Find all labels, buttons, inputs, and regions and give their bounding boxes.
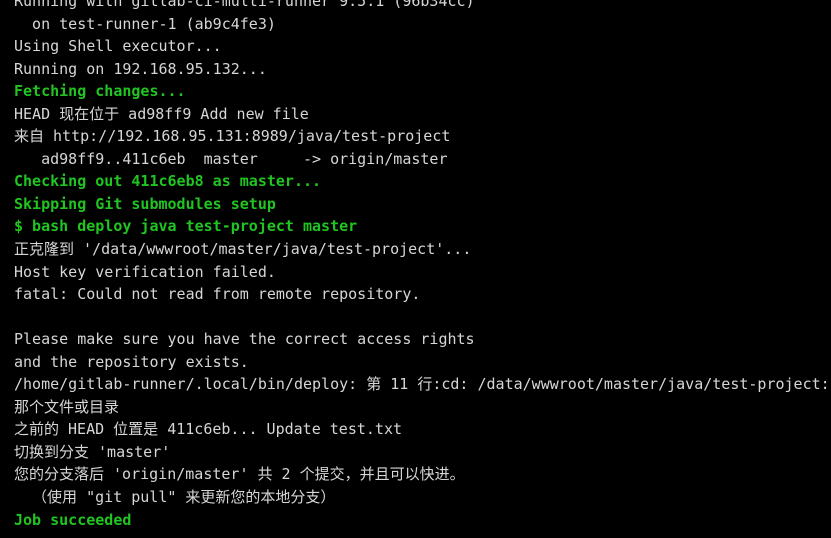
log-line: Skipping Git submodules setup xyxy=(14,194,276,213)
log-line: 来自 http://192.168.95.131:8989/java/test-… xyxy=(14,127,451,146)
log-line: 切换到分支 'master' xyxy=(14,442,171,461)
log-line: Host key verification failed. xyxy=(14,262,276,281)
log-line: /home/gitlab-runner/.local/bin/deploy: 第… xyxy=(14,375,831,394)
log-line: ad98ff9..411c6eb master -> origin/master xyxy=(14,149,448,168)
log-line: on test-runner-1 (ab9c4fe3) xyxy=(14,14,276,33)
log-output: Running with gitlab-ci-multi-runner 9.5.… xyxy=(14,0,831,531)
log-line: fatal: Could not read from remote reposi… xyxy=(14,285,421,304)
log-line: Checking out 411c6eb8 as master... xyxy=(14,172,322,191)
log-line: 您的分支落后 'origin/master' 共 2 个提交，并且可以快进。 xyxy=(14,465,465,484)
log-line: 之前的 HEAD 位置是 411c6eb... Update test.txt xyxy=(14,420,403,439)
log-line: Fetching changes... xyxy=(14,82,186,101)
log-line: Job succeeded xyxy=(14,510,132,529)
log-line: 那个文件或目录 xyxy=(14,397,120,416)
log-line: HEAD 现在位于 ad98ff9 Add new file xyxy=(14,104,309,123)
log-line: Running on 192.168.95.132... xyxy=(14,59,267,78)
log-line: Please make sure you have the correct ac… xyxy=(14,330,475,349)
log-line: （使用 "git pull" 来更新您的本地分支） xyxy=(14,488,336,507)
log-line: Using Shell executor... xyxy=(14,37,222,56)
log-line: Running with gitlab-ci-multi-runner 9.5.… xyxy=(14,0,475,10)
log-line: 正克隆到 '/data/wwwroot/master/java/test-pro… xyxy=(14,240,472,259)
log-line-blank xyxy=(14,306,831,329)
log-line: and the repository exists. xyxy=(14,352,249,371)
log-line: $ bash deploy java test-project master xyxy=(14,217,358,236)
ci-job-log-terminal[interactable]: Running with gitlab-ci-multi-runner 9.5.… xyxy=(0,0,831,538)
